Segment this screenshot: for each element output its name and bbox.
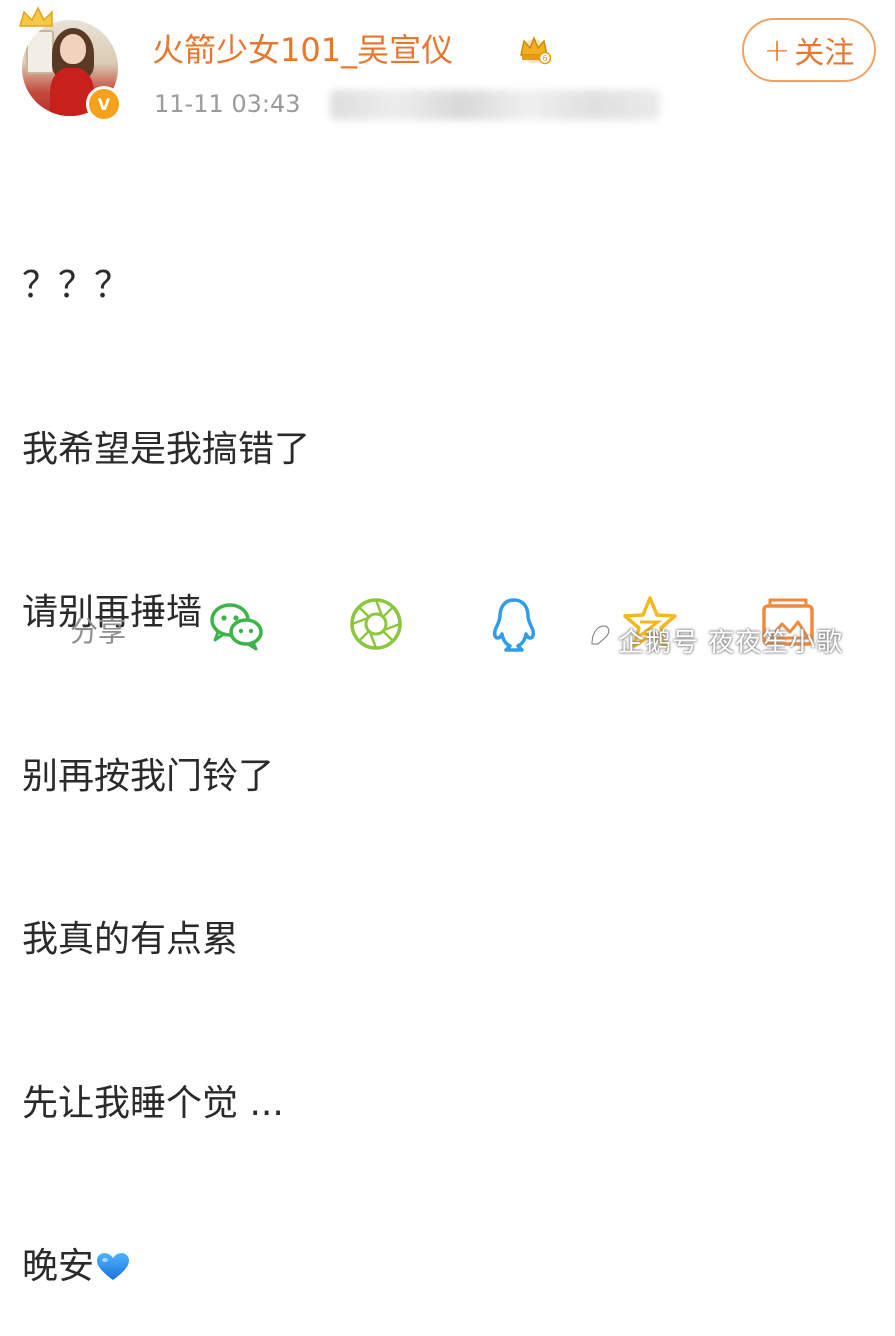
blue-heart-icon: [97, 1253, 130, 1280]
post-line: 晚安: [22, 1246, 95, 1287]
penguin-logo-icon: [591, 625, 610, 645]
moments-icon[interactable]: [346, 594, 406, 654]
avatar-window: [26, 30, 54, 74]
verified-badge: V: [86, 86, 122, 122]
post-line: 别再按我门铃了: [22, 755, 275, 797]
share-label: 分享: [70, 615, 127, 648]
post-body: ？？？ 我希望是我搞错了 请别再捶墙 别再按我门铃了 我真的有点累 先让我睡个觉…: [22, 150, 310, 1336]
avatar-face: [60, 34, 86, 64]
wechat-icon[interactable]: [206, 594, 266, 654]
blurred-source-text: [330, 90, 660, 120]
username[interactable]: 火箭少女101_吴宣仪: [152, 28, 453, 72]
follow-label: 关注: [794, 36, 855, 71]
crown-decoration-icon: [19, 6, 53, 27]
crown-vip-icon[interactable]: 6: [516, 33, 552, 65]
qq-icon[interactable]: [484, 594, 544, 654]
svg-text:6: 6: [542, 54, 547, 63]
post-line: ？？？: [22, 265, 131, 306]
post-line-last: 晚安: [22, 1240, 310, 1295]
post-timestamp: 11-11 03:43: [154, 90, 301, 118]
post-line: 我真的有点累: [22, 919, 239, 960]
follow-button[interactable]: + 关注: [742, 18, 876, 82]
post-line: 先让我睡个觉 ...: [22, 1082, 284, 1124]
plus-icon: +: [763, 31, 791, 69]
post-line: 我希望是我搞错了: [22, 428, 311, 470]
watermark-text: 企鹅号 夜夜笙小歌: [618, 628, 844, 658]
